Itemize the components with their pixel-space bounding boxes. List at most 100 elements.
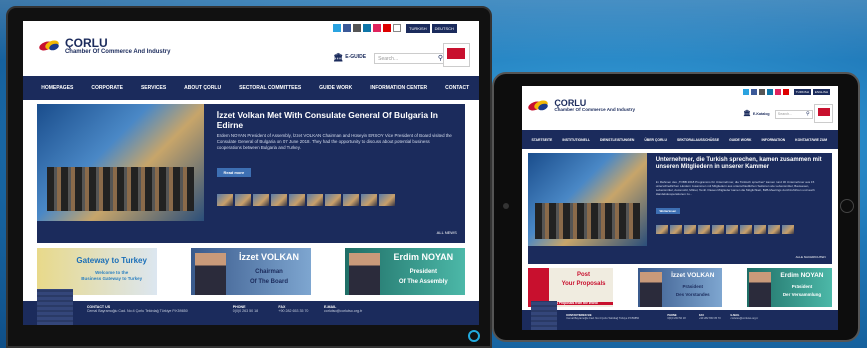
banner-row: Gateway to Turkey Welcome to the Busines… [23, 242, 479, 301]
main-nav: STARTSEITE INSTITUTIONELL DIENSTLEISTUNG… [522, 129, 838, 150]
desktop-screen: ÇORLU Chamber Of Commerce And Industry T… [23, 21, 479, 325]
eguide-link[interactable]: 🏛 E-Katalog [743, 110, 769, 117]
tobb-logo[interactable] [814, 103, 834, 124]
banner-sub: Of The Board [249, 278, 288, 285]
footer-email: E-MAIL corlutso@corlutso.org.tr [323, 305, 363, 314]
news-thumbnail[interactable] [324, 194, 341, 207]
flickr-icon[interactable] [373, 24, 382, 33]
news-thumbnail[interactable] [781, 225, 794, 235]
all-news-link[interactable]: ALLE NACHRICHTEN [796, 255, 826, 259]
president-photo [749, 271, 772, 307]
chairman-banner[interactable]: İzzet VOLKAN Präsident Des Vorstandes [637, 267, 723, 307]
news-photo[interactable] [528, 152, 647, 247]
nav-item[interactable]: INFORMATION [762, 138, 786, 142]
nav-item[interactable]: CORPORATE [91, 85, 123, 91]
youtube-icon[interactable] [383, 24, 392, 33]
news-thumbnail[interactable] [739, 225, 752, 235]
nav-item[interactable]: GUIDE WORK [319, 85, 352, 91]
site-header: ÇORLU Chamber Of Commerce And Industry T… [522, 86, 838, 130]
news-thumbnail[interactable] [306, 194, 323, 207]
camera-icon [503, 203, 509, 209]
nav-item[interactable]: ÜBER ÇORLU [644, 138, 667, 142]
banner-sub: Of The Assembly [398, 278, 448, 285]
president-banner[interactable]: Erdim NOYAN Präsident Der Versammlung [746, 267, 832, 307]
news-thumbnail[interactable] [683, 225, 696, 235]
news-thumbnail[interactable] [655, 225, 668, 235]
news-thumbnail[interactable] [697, 225, 710, 235]
banner-title: Erdim NOYAN [393, 252, 454, 263]
search-placeholder: Search... [777, 112, 793, 117]
social-icons [743, 88, 790, 95]
read-more-button[interactable]: Weiterlesen [655, 208, 680, 215]
nav-item[interactable]: INFORMATION CENTER [370, 85, 427, 91]
lang-deutsch[interactable]: DEUTSCH [431, 24, 457, 34]
news-photo[interactable] [36, 104, 204, 221]
news-thumbnail[interactable] [234, 194, 251, 207]
rss-icon[interactable] [393, 24, 402, 33]
news-headline[interactable]: Unternehmer, die Turkish sprechen, kamen… [656, 157, 826, 171]
news-thumbnail[interactable] [767, 225, 780, 235]
linkedin-icon[interactable] [767, 88, 774, 95]
nav-item[interactable]: CONTACT [445, 85, 469, 91]
president-banner[interactable]: Erdim NOYAN President Of The Assembly [345, 248, 466, 296]
nav-item[interactable]: HOMEPAGES [41, 85, 73, 91]
news-thumbnail[interactable] [753, 225, 766, 235]
nav-item[interactable]: GUIDE WORK [729, 138, 751, 142]
news-thumbnails [216, 194, 395, 207]
power-icon[interactable] [468, 330, 480, 342]
lang-turkish[interactable]: TURKISH [406, 24, 430, 34]
site-logo[interactable]: ÇORLU Chamber Of Commerce And Industry [38, 37, 171, 56]
eguide-link[interactable]: 🏛 E-GUIDE [333, 53, 366, 62]
nav-item[interactable]: KONTAKT/WIE ZUM [795, 138, 827, 142]
news-thumbnail[interactable] [270, 194, 287, 207]
logo-subtitle: Chamber Of Commerce And Industry [64, 49, 171, 56]
instagram-icon[interactable] [759, 88, 766, 95]
news-thumbnail[interactable] [711, 225, 724, 235]
youtube-icon[interactable] [783, 88, 790, 95]
search-input[interactable]: Search... ⚲ [374, 52, 448, 64]
twitter-icon[interactable] [333, 24, 342, 33]
instagram-icon[interactable] [353, 24, 362, 33]
chairman-photo [640, 271, 663, 307]
site-footer: CONTACT US Cemal Bayramoğlu Cad. No:4 Çor… [23, 288, 479, 325]
twitter-icon[interactable] [743, 88, 750, 95]
home-button[interactable] [840, 199, 854, 213]
news-thumbnail[interactable] [378, 194, 395, 207]
president-photo [348, 253, 381, 296]
linkedin-icon[interactable] [363, 24, 372, 33]
tablet-device: ÇORLU Chamber Of Commerce And Industry T… [492, 72, 860, 342]
news-thumbnail[interactable] [342, 194, 359, 207]
nav-item[interactable]: SERVICES [141, 85, 166, 91]
main-nav: HOMEPAGES CORPORATE SERVICES ABOUT ÇORLU… [23, 75, 479, 101]
search-input[interactable]: Search... ⚲ [774, 110, 813, 120]
news-thumbnail[interactable] [216, 194, 233, 207]
chairman-photo [194, 253, 226, 296]
facebook-icon[interactable] [751, 88, 758, 95]
lang-english[interactable]: ENGLISH [812, 88, 831, 95]
flickr-icon[interactable] [775, 88, 782, 95]
news-thumbnail[interactable] [288, 194, 305, 207]
lang-turkish[interactable]: TURKISH [793, 88, 811, 95]
site-logo[interactable]: ÇORLU Chamber Of Commerce And Industry [527, 99, 635, 113]
language-switch: TURKISH DEUTSCH [406, 24, 457, 34]
tobb-logo[interactable] [442, 42, 470, 68]
news-headline[interactable]: İzzet Volkan Met With Consulate General … [217, 110, 457, 131]
nav-item[interactable]: INSTITUTIONELL [562, 138, 590, 142]
nav-item[interactable]: SEKTORALAUSSCHÜSSE [677, 138, 719, 142]
banner-sub: Präsident [791, 284, 813, 290]
facebook-icon[interactable] [343, 24, 352, 33]
footer-fax: FAX +90 282 653 35 70 [278, 305, 309, 314]
nav-item[interactable]: ABOUT ÇORLU [184, 85, 221, 91]
news-thumbnail[interactable] [252, 194, 269, 207]
all-news-link[interactable]: ALL NEWS [437, 230, 457, 235]
news-thumbnail[interactable] [360, 194, 377, 207]
read-more-button[interactable]: Read more [216, 168, 251, 178]
nav-item[interactable]: SECTORAL COMMITTEES [239, 85, 301, 91]
nav-item[interactable]: STARTSEITE [531, 138, 552, 142]
banner-sub: Des Vorstandes [675, 292, 710, 298]
news-thumbnail[interactable] [725, 225, 738, 235]
news-thumbnail[interactable] [669, 225, 682, 235]
chairman-banner[interactable]: İzzet VOLKAN Chairman Of The Board [190, 248, 311, 296]
nav-item[interactable]: DIENSTLEISTUNGEN [600, 138, 634, 142]
search-icon[interactable]: ⚲ [806, 111, 810, 117]
